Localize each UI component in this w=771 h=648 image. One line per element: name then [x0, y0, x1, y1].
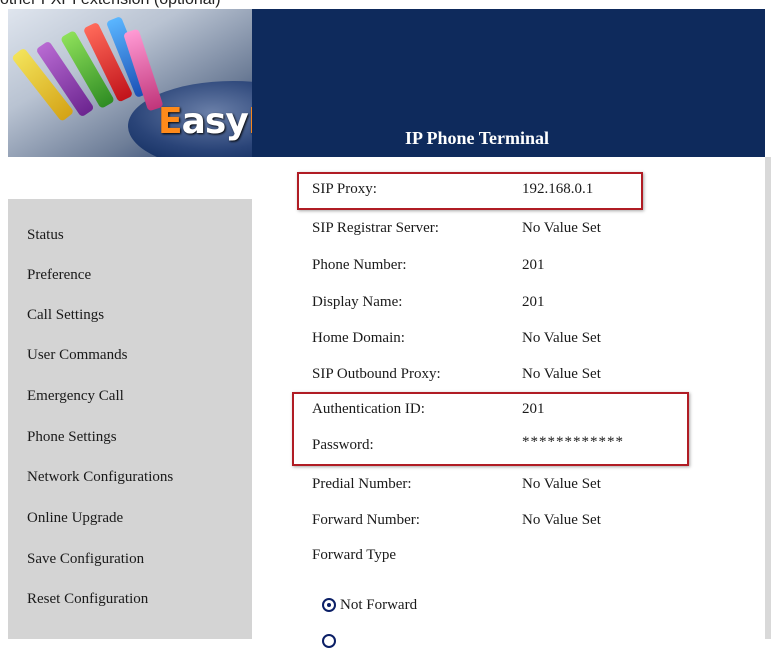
sidebar-item-phone-settings[interactable]: Phone Settings — [27, 429, 117, 446]
easyphone-logo: EasyPhone — [8, 9, 252, 157]
field-label-sip-registrar: SIP Registrar Server: — [312, 220, 439, 236]
forward-type-title: Forward Type — [312, 547, 397, 563]
sidebar-item-user-commands[interactable]: User Commands — [27, 347, 127, 364]
radio-not-forward[interactable]: Not Forward — [322, 594, 417, 616]
sidebar-item-reset-configuration[interactable]: Reset Configuration — [27, 591, 148, 608]
field-label-sip-outbound-proxy: SIP Outbound Proxy: — [312, 366, 441, 382]
highlight-sip-proxy — [297, 172, 643, 210]
field-label-home-domain: Home Domain: — [312, 330, 405, 346]
page-title: IP Phone Terminal — [405, 128, 550, 148]
brand-name: EasyPhone — [158, 101, 252, 142]
header-banner: EasyPhone — [8, 9, 765, 157]
field-value-forward-number: No Value Set — [522, 512, 601, 528]
field-value-phone-number: 201 — [522, 257, 545, 273]
field-label-phone-number: Phone Number: — [312, 257, 407, 273]
sidebar-item-call-settings[interactable]: Call Settings — [27, 307, 104, 324]
highlight-credentials — [292, 392, 689, 466]
radio-label-not-forward: Not Forward — [340, 596, 418, 613]
sidebar-nav: Status Preference Call Settings User Com… — [8, 199, 252, 639]
sidebar-item-emergency-call[interactable]: Emergency Call — [27, 388, 124, 405]
field-value-sip-registrar: No Value Set — [522, 220, 601, 236]
sidebar-item-preference[interactable]: Preference — [27, 267, 91, 284]
top-caption: other FXPI extension (optional) — [0, 0, 771, 9]
radio-next-option[interactable] — [322, 634, 336, 648]
scrollbar-track[interactable] — [765, 157, 771, 639]
radio-selected-icon[interactable] — [322, 598, 336, 612]
sidebar-item-save-configuration[interactable]: Save Configuration — [27, 551, 144, 568]
sidebar-item-online-upgrade[interactable]: Online Upgrade — [27, 510, 123, 527]
field-value-sip-outbound-proxy: No Value Set — [522, 366, 601, 382]
field-label-predial-number: Predial Number: — [312, 476, 412, 492]
field-label-forward-number: Forward Number: — [312, 512, 420, 528]
field-value-predial-number: No Value Set — [522, 476, 601, 492]
sidebar-item-status[interactable]: Status — [27, 227, 64, 244]
sidebar-item-network-configurations[interactable]: Network Configurations — [27, 469, 173, 486]
field-value-display-name: 201 — [522, 294, 545, 310]
field-value-home-domain: No Value Set — [522, 330, 601, 346]
field-label-display-name: Display Name: — [312, 294, 403, 310]
